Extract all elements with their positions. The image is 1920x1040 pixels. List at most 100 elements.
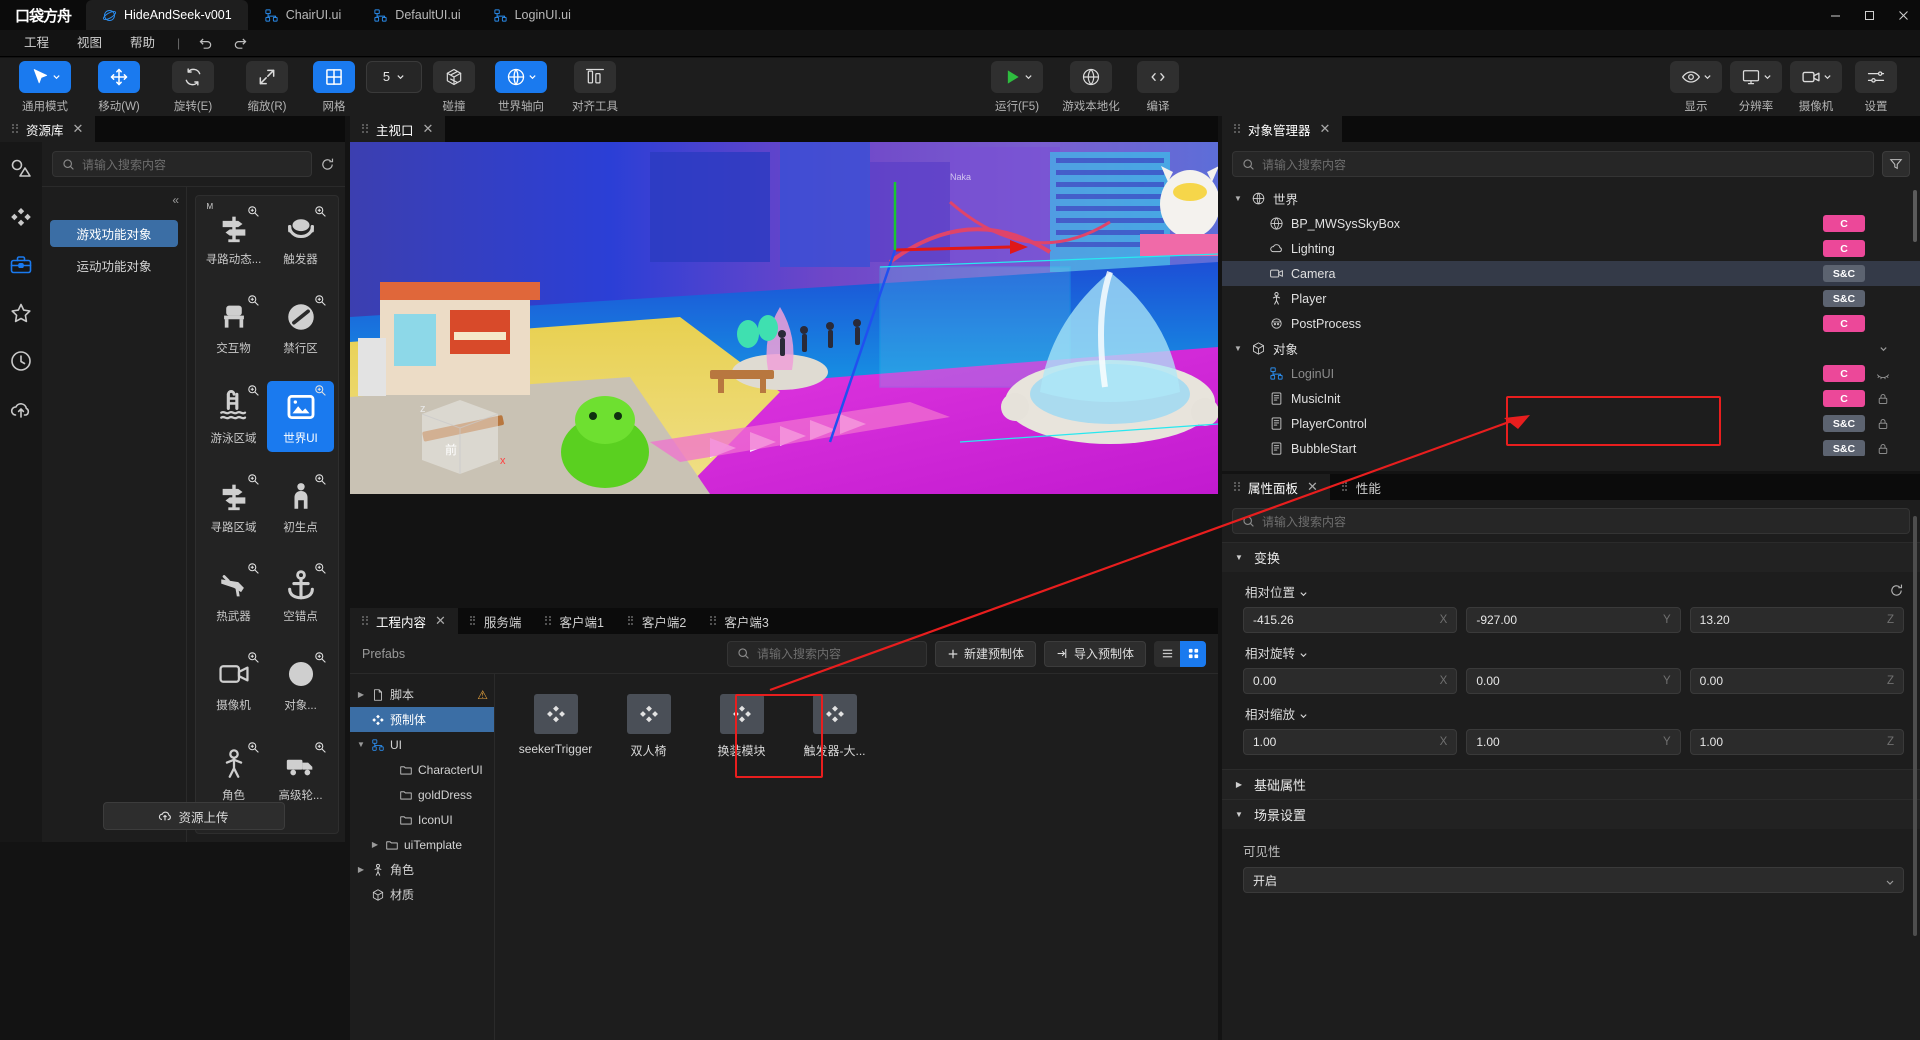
drag-handle-icon[interactable] [362, 123, 369, 135]
project-tree-node-5[interactable]: IconUI [350, 807, 494, 832]
drag-handle-icon[interactable] [362, 615, 369, 627]
play-icon-button[interactable] [991, 60, 1043, 93]
position-y-field[interactable]: -927.00 Y [1466, 607, 1681, 633]
asset-item-6[interactable]: 寻路区域 [200, 470, 267, 541]
drag-handle-icon[interactable] [1341, 481, 1349, 493]
align-icon-button[interactable] [574, 60, 616, 93]
close-icon[interactable]: ✕ [1320, 121, 1331, 137]
object-row-4[interactable]: Player S&C [1222, 286, 1920, 311]
new-prefab-button[interactable]: 新建预制体 [934, 640, 1036, 667]
chevron-down-icon[interactable] [1872, 344, 1894, 353]
drag-handle-icon[interactable] [1234, 123, 1241, 135]
reset-icon[interactable] [1889, 583, 1904, 601]
drag-handle-icon[interactable] [710, 615, 717, 627]
drag-handle-icon[interactable] [12, 123, 19, 135]
scene-render[interactable]: z x 前 Naka [350, 142, 1218, 494]
rail-star-icon[interactable] [8, 300, 34, 326]
content-tab-4[interactable]: 客户端3 [698, 608, 780, 634]
menu-item-project[interactable]: 工程 [10, 30, 63, 57]
project-tree-node-2[interactable]: ▼ UI [350, 732, 494, 757]
close-icon[interactable]: ✕ [423, 121, 434, 137]
asset-item-3[interactable]: 禁行区 [267, 291, 334, 362]
lock-icon[interactable] [1872, 442, 1894, 456]
rail-toolbox-icon[interactable] [8, 252, 34, 278]
collapse-icon[interactable]: « [172, 193, 179, 207]
close-icon[interactable]: ✕ [73, 121, 84, 137]
section-scene-settings[interactable]: ▼ 场景设置 [1222, 799, 1920, 829]
project-tree-node-0[interactable]: ▶ 脚本 ⚠ [350, 682, 494, 707]
window-tab-3[interactable]: LoginUI.ui [477, 0, 587, 30]
camera-icon-button[interactable] [1790, 60, 1842, 93]
rail-prefab-icon[interactable] [8, 204, 34, 230]
list-view-icon[interactable] [1154, 640, 1180, 667]
viewport-canvas[interactable]: z x 前 Naka [350, 142, 1218, 494]
rail-shapes-icon[interactable] [8, 156, 34, 182]
asset-item-5[interactable]: 世界UI [267, 380, 334, 452]
expand-arrow-icon[interactable]: ▼ [1232, 344, 1244, 353]
scale-y-field[interactable]: 1.00 Y [1466, 729, 1681, 755]
content-tab-0[interactable]: 工程内容 ✕ [350, 608, 458, 634]
property-tab-0[interactable]: 属性面板 ✕ [1222, 474, 1330, 500]
tab-asset-library[interactable]: 资源库 ✕ [0, 116, 96, 142]
asset-item-7[interactable]: 初生点 [267, 470, 334, 541]
magnify-icon[interactable] [247, 741, 260, 754]
object-tree-scrollbar[interactable] [1913, 190, 1917, 242]
tab-object-manager[interactable]: 对象管理器 ✕ [1222, 116, 1343, 142]
asset-item-8[interactable]: 热武器 [200, 559, 267, 630]
window-tab-2[interactable]: DefaultUI.ui [357, 0, 476, 30]
object-row-8[interactable]: MusicInit C [1222, 386, 1920, 411]
chevron-down-icon[interactable] [1299, 648, 1308, 658]
magnify-icon[interactable] [247, 473, 260, 486]
refresh-icon[interactable] [320, 157, 335, 172]
magnify-icon[interactable] [247, 562, 260, 575]
prefab-item-2[interactable]: 换装模块 [699, 688, 784, 765]
close-icon[interactable]: ✕ [1307, 479, 1318, 495]
content-tab-1[interactable]: 服务端 [458, 608, 534, 634]
drag-handle-icon[interactable] [1234, 481, 1241, 493]
expand-arrow-icon[interactable]: ▶ [370, 840, 380, 849]
prefab-item-1[interactable]: 双人椅 [606, 688, 691, 765]
expand-arrow-icon[interactable]: ▼ [356, 740, 366, 749]
collision-icon-button[interactable] [433, 60, 475, 93]
magnify-icon[interactable] [314, 562, 327, 575]
object-row-9[interactable]: PlayerControl S&C [1222, 411, 1920, 436]
magnify-icon[interactable] [247, 294, 260, 307]
asset-item-2[interactable]: 交互物 [200, 291, 267, 362]
eye-off-icon[interactable] [1872, 367, 1894, 381]
asset-item-4[interactable]: 游泳区域 [200, 381, 267, 452]
magnify-icon[interactable] [314, 384, 327, 397]
maximize-button[interactable] [1852, 0, 1886, 30]
sliders-icon-button[interactable] [1855, 60, 1897, 93]
tab-main-viewport[interactable]: 主视口 ✕ [350, 116, 446, 142]
magnify-icon[interactable] [314, 205, 327, 218]
object-row-1[interactable]: BP_MWSysSkyBox C [1222, 211, 1920, 236]
scale-z-field[interactable]: 1.00 Z [1689, 729, 1904, 755]
scale-x-field[interactable]: 1.00 X [1243, 729, 1458, 755]
move-icon-button[interactable] [98, 60, 140, 93]
object-row-6[interactable]: ▼ 对象 [1222, 336, 1920, 361]
project-tree-node-8[interactable]: 材质 [350, 882, 494, 907]
project-tree-node-6[interactable]: ▶ uiTemplate [350, 832, 494, 857]
position-z-field[interactable]: 13.20 Z [1689, 607, 1904, 633]
section-transform[interactable]: ▼ 变换 [1222, 542, 1920, 572]
world-axis-icon-button[interactable] [495, 60, 547, 93]
filter-icon[interactable] [1882, 151, 1910, 177]
drag-handle-icon[interactable] [545, 615, 552, 627]
magnify-icon[interactable] [247, 205, 260, 218]
redo-icon[interactable] [223, 36, 258, 51]
close-button[interactable] [1886, 0, 1920, 30]
magnify-icon[interactable] [314, 741, 327, 754]
asset-item-1[interactable]: 触发器 [267, 202, 334, 273]
chevron-down-icon[interactable] [1299, 587, 1308, 597]
expand-arrow-icon[interactable]: ▼ [1232, 194, 1244, 203]
monitor-icon-button[interactable] [1730, 60, 1782, 93]
section-base-properties[interactable]: ▶ 基础属性 [1222, 769, 1920, 799]
expand-arrow-icon[interactable]: ▶ [356, 690, 366, 699]
code-icon-button[interactable] [1137, 60, 1179, 93]
asset-item-9[interactable]: 空错点 [267, 559, 334, 630]
object-row-0[interactable]: ▼ 世界 [1222, 186, 1920, 211]
drag-handle-icon[interactable] [469, 615, 477, 627]
cursor-icon-button[interactable] [19, 60, 71, 93]
import-prefab-button[interactable]: 导入预制体 [1043, 640, 1146, 667]
grid-view-icon[interactable] [1180, 640, 1206, 667]
